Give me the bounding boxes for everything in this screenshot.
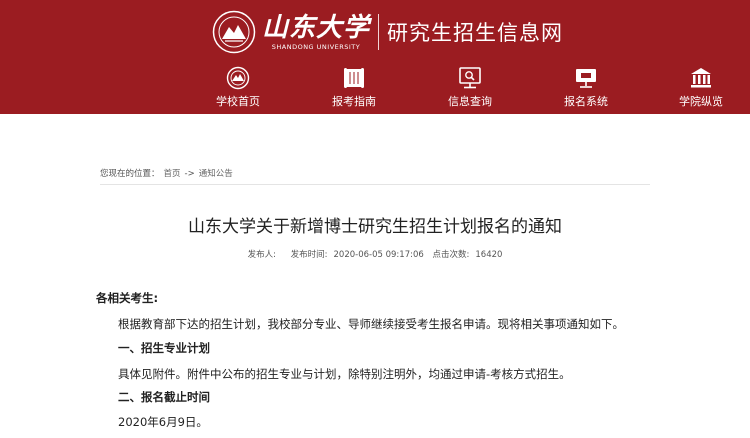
hits-value: 16420 [475,250,503,260]
brand-name-en: SHANDONG UNIVERSITY [271,43,361,51]
article-paragraph-1: 根据教育部下达的招生计划，我校部分专业、导师继续接受考生报名申请。现将相关事项通… [118,317,624,331]
nav-label: 学院纵览 [679,95,723,108]
logo-divider [378,14,380,50]
nav-label: 学校首页 [216,95,260,108]
publish-time-label: 发布时间: [290,250,328,260]
article-title: 山东大学关于新增博士研究生招生计划报名的通知 [188,217,562,237]
breadcrumb-separator: -> [184,169,195,179]
nav-item-info-query[interactable]: 信息查询 [425,62,515,114]
nav-label: 报名系统 [564,95,608,108]
brand-block: 山东大学 SHANDONG UNIVERSITY [262,13,370,51]
breadcrumb-divider [100,184,650,185]
monitor-search-icon [459,67,481,89]
nav-item-guide[interactable]: 报考指南 [309,62,399,114]
site-name: 研究生招生信息网 [387,21,564,45]
publish-time-value: 2020-06-05 09:17:06 [333,250,424,260]
university-seal-icon [212,10,256,54]
breadcrumb: 您现在的位置： 首页 -> 通知公告 [100,167,237,179]
article-section-2-heading: 二、报名截止时间 [118,390,210,404]
site-logo[interactable]: 山东大学 SHANDONG UNIVERSITY 研究生招生信息网 [212,8,563,56]
article-paragraph-3: 2020年6月9日。 [118,415,208,429]
hits-label: 点击次数: [432,250,470,260]
author-label: 发布人: [247,250,276,260]
registration-screen-icon [576,69,596,88]
article-greeting: 各相关考生: [96,291,159,305]
school-emblem-icon [226,66,250,90]
building-icon [691,68,711,88]
nav-item-school-home[interactable]: 学校首页 [193,62,283,114]
nav-label: 报考指南 [332,95,376,108]
breadcrumb-prefix: 您现在的位置： [100,169,160,179]
nav-item-colleges[interactable]: 学院纵览 [656,62,746,114]
breadcrumb-current[interactable]: 通知公告 [199,169,233,179]
site-header: 山东大学 SHANDONG UNIVERSITY 研究生招生信息网 学校首页 报… [0,0,750,114]
breadcrumb-home-link[interactable]: 首页 [164,169,181,179]
article-paragraph-2: 具体见附件。附件中公布的招生专业与计划，除特别注明外，均通过申请-考核方式招生。 [118,367,571,381]
nav-item-registration[interactable]: 报名系统 [541,62,631,114]
article-meta: 发布人: 发布时间: 2020-06-05 09:17:06 点击次数: 16420 [100,248,650,260]
brand-name-cn: 山东大学 [262,13,371,43]
main-nav: 学校首页 报考指南 信息查询 报名系统 学院纵览 [0,62,750,114]
nav-label: 信息查询 [448,95,492,108]
scroll-book-icon [344,68,364,88]
article-section-1-heading: 一、招生专业计划 [118,341,210,355]
